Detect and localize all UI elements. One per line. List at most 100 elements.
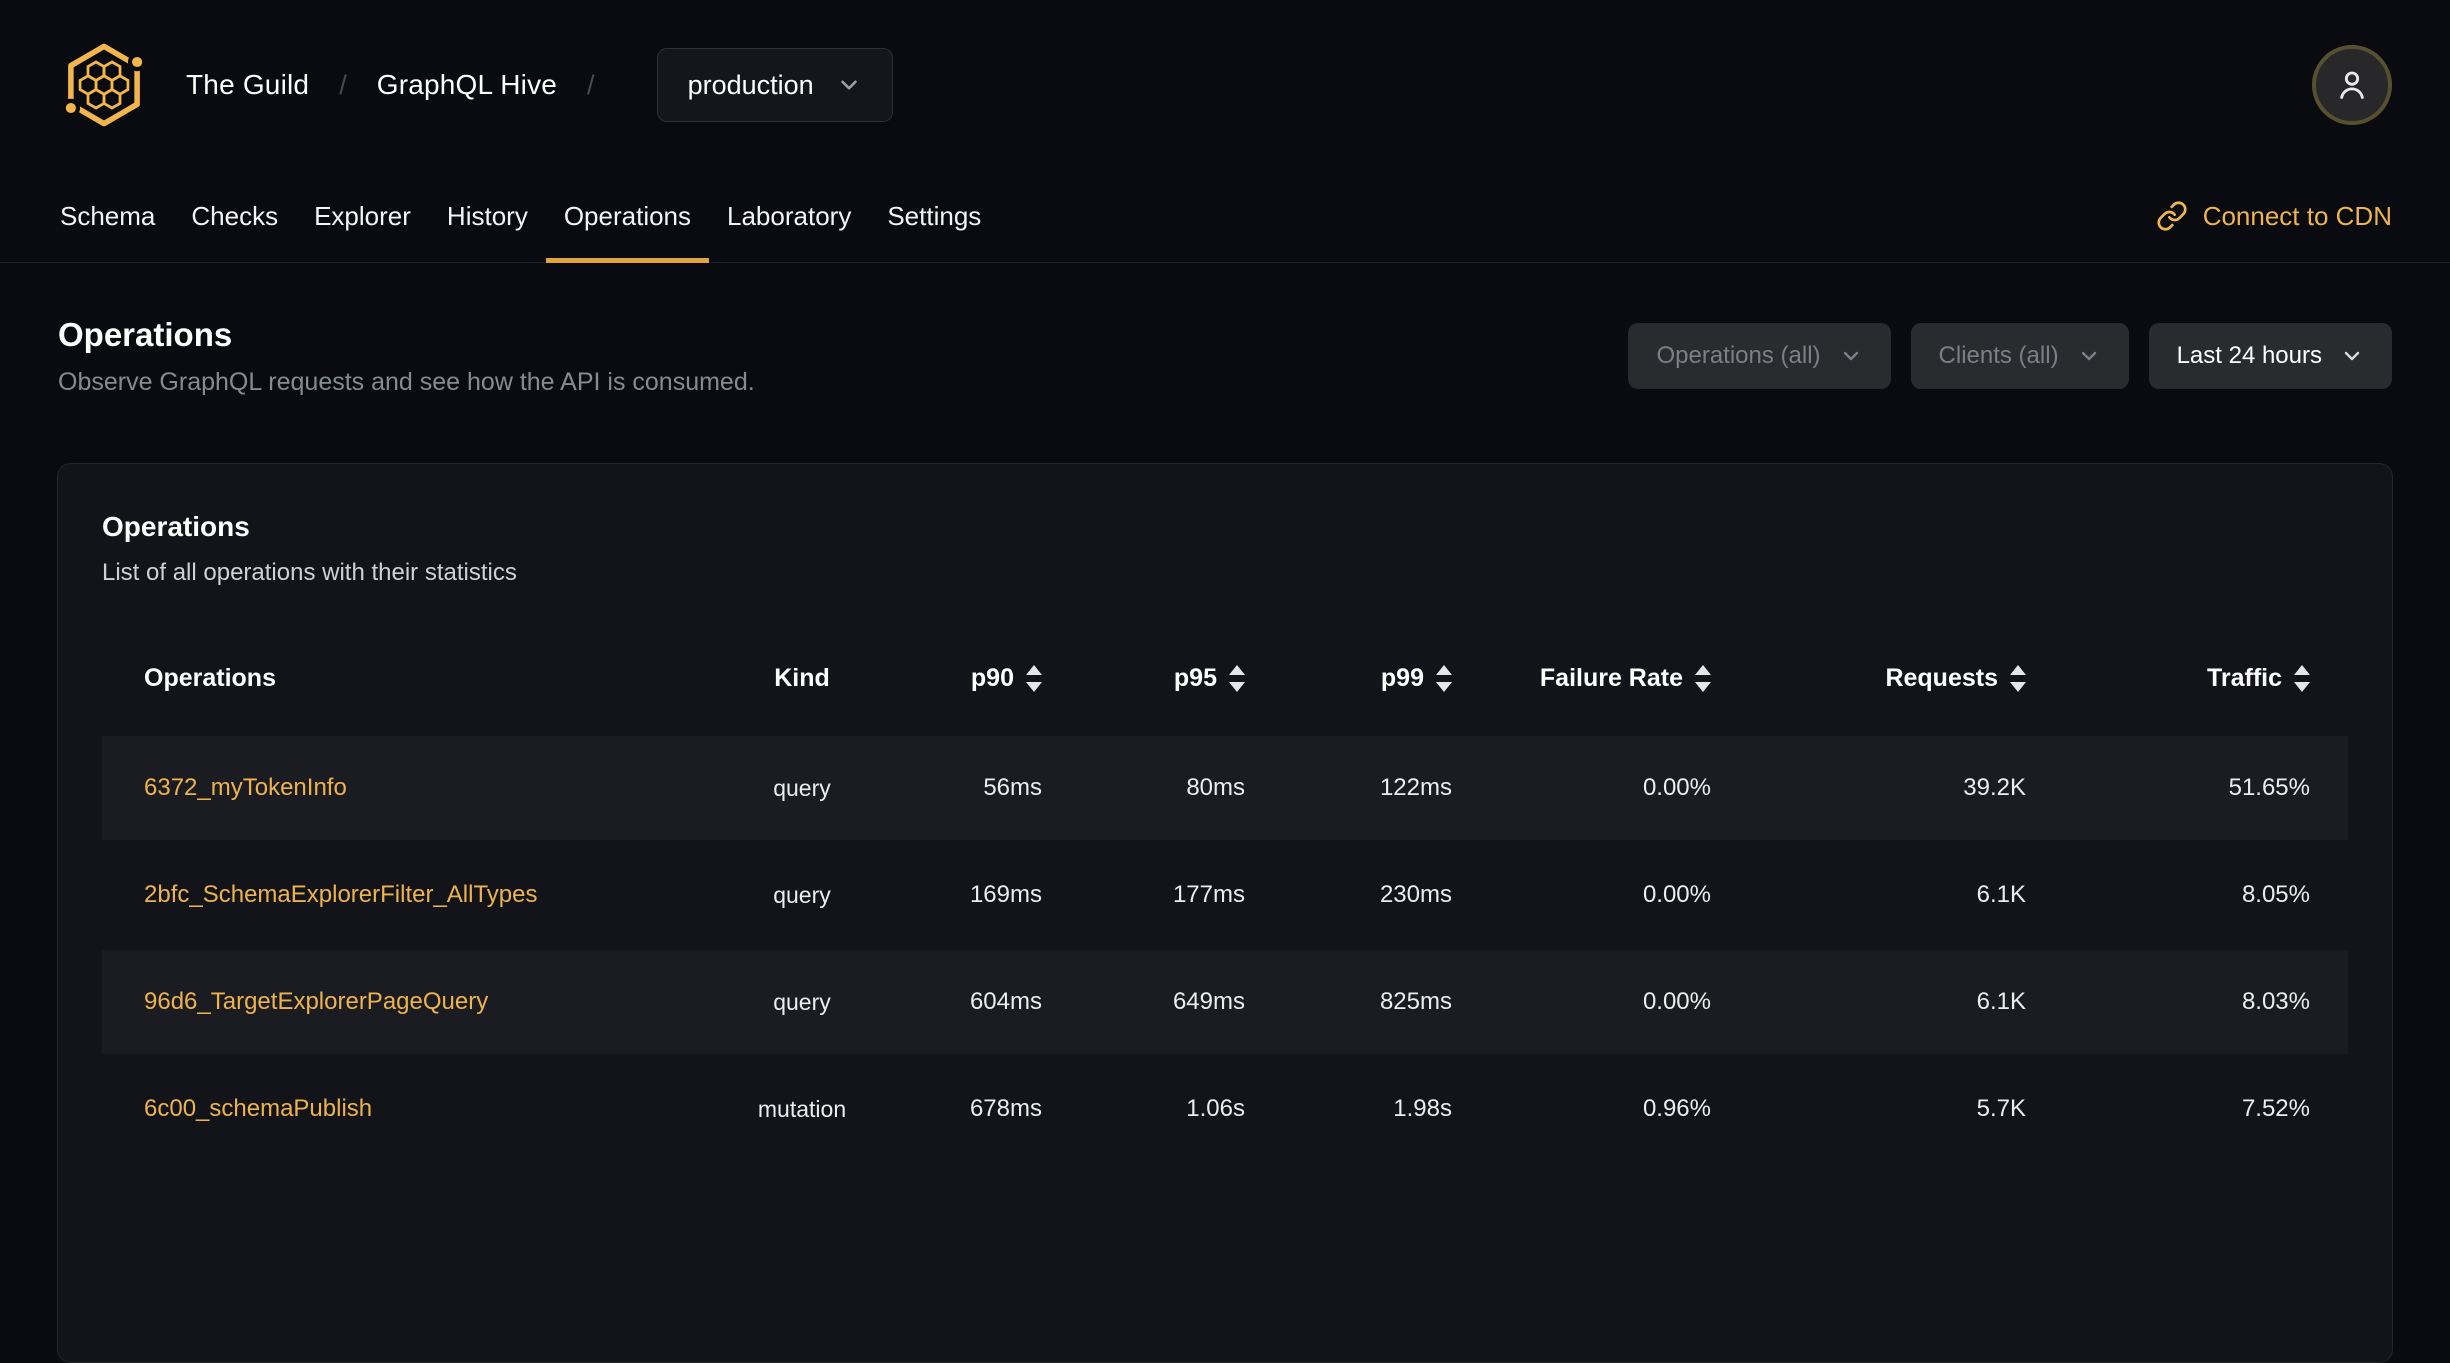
sort-arrows-icon [1229, 664, 1245, 692]
sort-desc-icon [1229, 681, 1245, 692]
cell-kind: query [773, 774, 831, 801]
cell-kind: mutation [757, 1095, 847, 1122]
cell-operation: 2bfc_SchemaExplorerFilter_AllTypes [102, 881, 692, 909]
tab-operations[interactable]: Operations [545, 170, 710, 263]
cell-operation: 96d6_TargetExplorerPageQuery [102, 988, 692, 1016]
chevron-down-icon [2344, 351, 2360, 361]
column-header-p90[interactable]: p90 [912, 664, 1042, 693]
target-selector-dropdown[interactable]: production [656, 48, 893, 122]
tab-history[interactable]: History [429, 170, 546, 262]
operations-filter-dropdown[interactable]: Operations (all) [1628, 323, 1891, 389]
sort-arrows-icon [2010, 664, 2026, 692]
breadcrumb-project[interactable]: GraphQL Hive [377, 69, 557, 101]
operation-link[interactable]: 6372_myTokenInfo [144, 774, 347, 802]
sort-asc-icon [1695, 664, 1711, 675]
sort-arrows-icon [2294, 664, 2310, 692]
cell-kind: query [773, 988, 831, 1015]
chevron-down-icon [2081, 351, 2096, 361]
column-header-p99[interactable]: p99 [1245, 664, 1452, 693]
filter-bar: Operations (all) Clients (all) Last 24 h… [1628, 323, 2392, 389]
tab-label: Settings [887, 200, 982, 231]
page-subtitle: Observe GraphQL requests and see how the… [58, 368, 755, 396]
tab-label: Operations [563, 200, 692, 231]
sort-asc-icon [2010, 664, 2026, 675]
cell-p99: 825ms [1379, 988, 1452, 1015]
operation-link[interactable]: 6c00_schemaPublish [144, 1095, 372, 1123]
connect-to-cdn-label: Connect to CDN [2202, 200, 2392, 231]
operations-card: Operations List of all operations with t… [57, 463, 2393, 1363]
table-body: 6372_myTokenInfo query 56ms 80ms 122ms 0.00% 3… [102, 736, 2348, 1161]
cell-failure_rate: 0.00% [1642, 774, 1711, 801]
tab-schema[interactable]: Schema [42, 170, 173, 262]
tab-label: Schema [60, 200, 156, 231]
table-header-row: Operations Kind p90 p95 p99 Failure Rate Reque… [102, 628, 2348, 728]
column-header-p95[interactable]: p95 [1042, 664, 1245, 693]
cell-p95: 177ms [1172, 881, 1245, 908]
tab-laboratory[interactable]: Laboratory [709, 170, 869, 262]
operation-link[interactable]: 96d6_TargetExplorerPageQuery [144, 988, 488, 1016]
clients-filter-label: Clients (all) [1938, 342, 2059, 369]
tab-checks[interactable]: Checks [173, 170, 296, 262]
column-header-traffic[interactable]: Traffic [2026, 664, 2352, 693]
breadcrumb-separator: / [587, 69, 595, 100]
card-subtitle: List of all operations with their statis… [102, 559, 517, 586]
breadcrumb-org[interactable]: The Guild [186, 69, 309, 101]
sort-desc-icon [1026, 681, 1042, 692]
cell-failure_rate: 0.00% [1642, 988, 1711, 1015]
cell-requests: 6.1K [1976, 881, 2026, 908]
period-filter-dropdown[interactable]: Last 24 hours [2148, 323, 2392, 389]
cell-requests: 6.1K [1976, 988, 2026, 1015]
cell-failure_rate: 0.00% [1642, 881, 1711, 908]
table-row: 6372_myTokenInfo query 56ms 80ms 122ms 0.00% 3… [102, 736, 2348, 840]
column-header-label: Operations [144, 663, 276, 692]
clients-filter-dropdown[interactable]: Clients (all) [1910, 323, 2129, 389]
column-header-kind: Kind [692, 664, 912, 693]
column-header-requests[interactable]: Requests [1711, 664, 2026, 693]
tab-explorer[interactable]: Explorer [296, 170, 429, 262]
cell-p99: 1.98s [1393, 1095, 1452, 1122]
sort-desc-icon [1695, 681, 1711, 692]
cell-requests: 39.2K [1963, 774, 2026, 801]
card-title: Operations [102, 511, 250, 542]
connect-to-cdn-link[interactable]: Connect to CDN [2156, 170, 2392, 262]
cell-p99: 122ms [1379, 774, 1452, 801]
cell-traffic: 8.05% [2241, 881, 2310, 908]
top-bar: The Guild / GraphQL Hive / production [0, 0, 2450, 170]
cell-failure_rate: 0.96% [1642, 1095, 1711, 1122]
cell-p95: 1.06s [1186, 1095, 1245, 1122]
link-icon [2157, 201, 2187, 231]
cell-operation: 6c00_schemaPublish [102, 1095, 692, 1123]
table-row: 2bfc_SchemaExplorerFilter_AllTypes query 1… [102, 843, 2348, 947]
cell-p90: 56ms [983, 774, 1042, 801]
table-row: 96d6_TargetExplorerPageQuery query 604ms 64… [102, 950, 2348, 1054]
tab-label: Laboratory [727, 200, 852, 231]
sort-arrows-icon [1695, 664, 1711, 692]
breadcrumb-separator: / [339, 69, 347, 100]
operation-link[interactable]: 2bfc_SchemaExplorerFilter_AllTypes [144, 881, 538, 909]
tab-settings[interactable]: Settings [869, 170, 999, 262]
page-header-text: Operations Observe GraphQL requests and … [58, 315, 755, 397]
page-header: Operations Observe GraphQL requests and … [0, 315, 2450, 397]
column-header-failure_rate[interactable]: Failure Rate [1452, 664, 1711, 693]
user-icon [2340, 71, 2364, 99]
cell-kind: query [773, 881, 831, 908]
operations-filter-label: Operations (all) [1656, 342, 1821, 369]
cell-p95: 80ms [1186, 774, 1245, 801]
column-header-label: Failure Rate [1539, 663, 1683, 692]
target-selector-value: production [687, 69, 814, 100]
sort-arrows-icon [1026, 664, 1042, 692]
cell-operation: 6372_myTokenInfo [102, 774, 692, 802]
sort-asc-icon [2294, 664, 2310, 675]
cell-p90: 604ms [969, 988, 1042, 1015]
cell-p95: 649ms [1172, 988, 1245, 1015]
column-header-label: Kind [774, 663, 830, 692]
column-header-operation: Operations [102, 664, 692, 693]
cell-requests: 5.7K [1976, 1095, 2026, 1122]
sort-asc-icon [1436, 664, 1452, 675]
column-header-label: Requests [1885, 663, 1998, 692]
sort-asc-icon [1026, 664, 1042, 675]
sort-desc-icon [2294, 681, 2310, 692]
user-avatar[interactable] [2312, 45, 2392, 125]
cell-p90: 678ms [969, 1095, 1042, 1122]
chevron-down-icon [840, 80, 857, 90]
